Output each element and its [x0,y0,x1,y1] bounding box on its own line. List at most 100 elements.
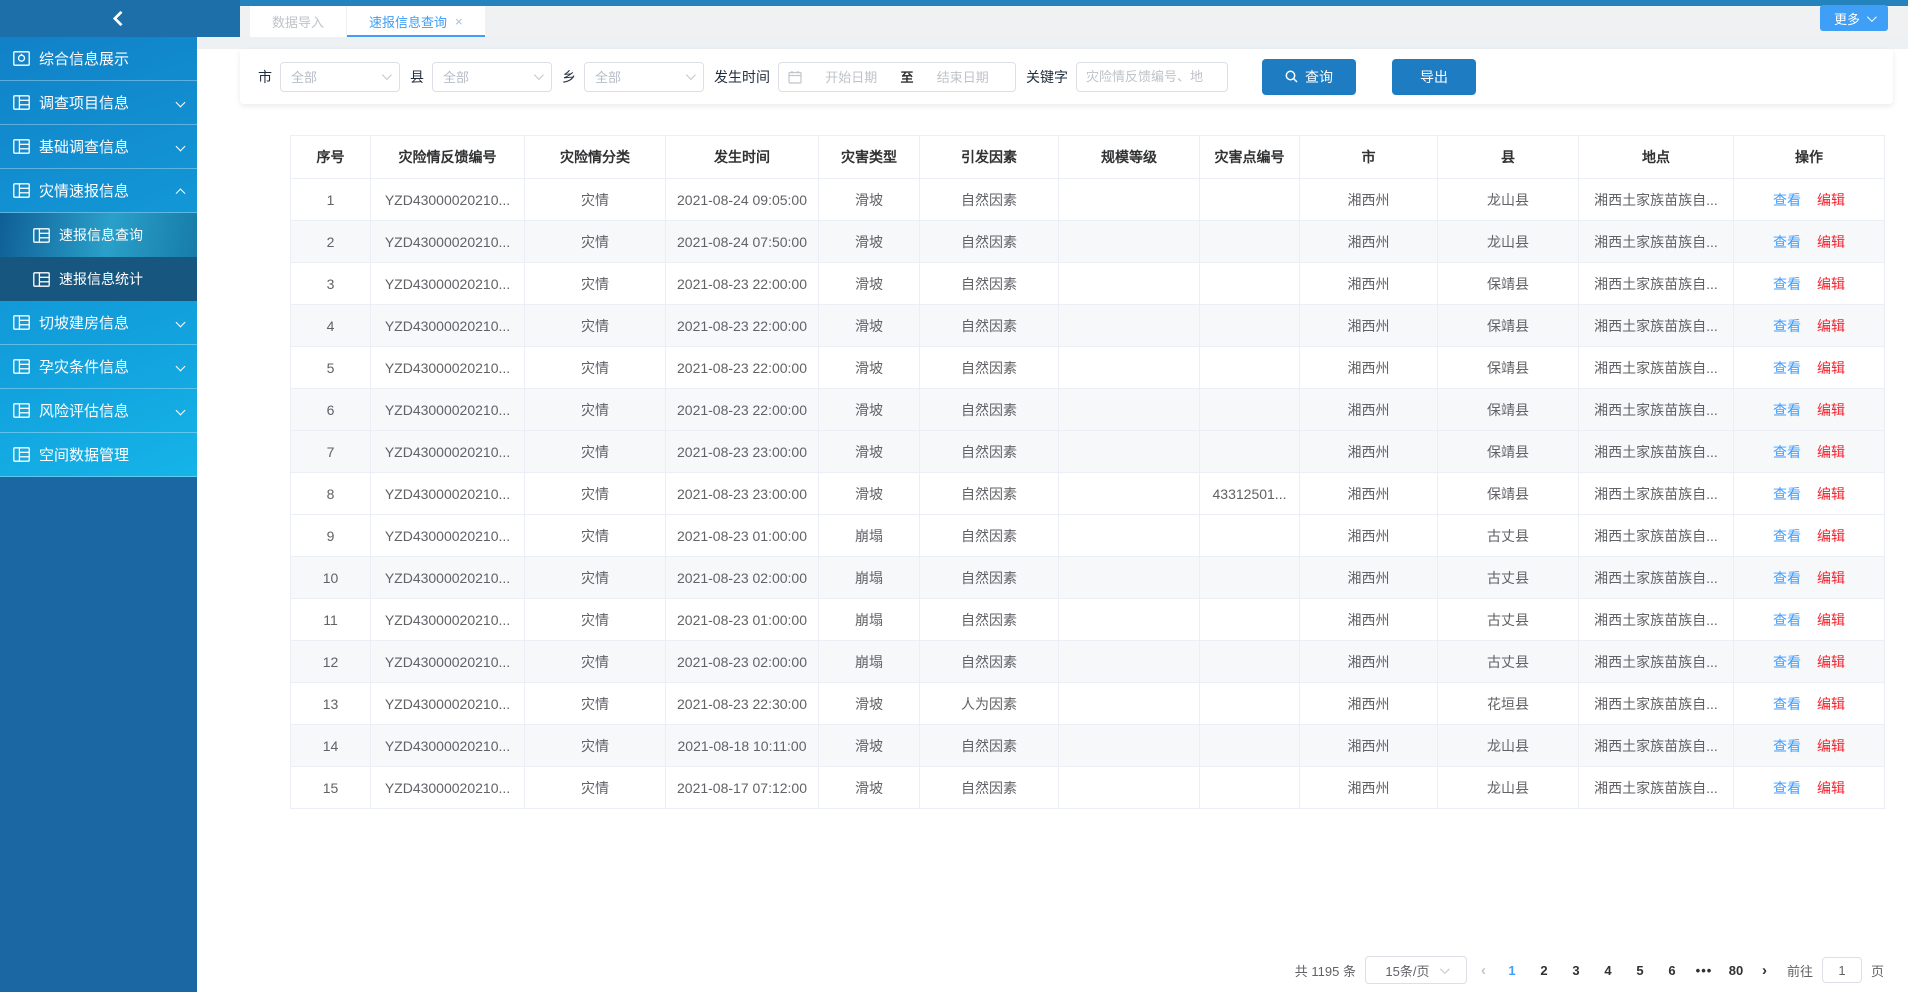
view-link[interactable]: 查看 [1773,444,1801,460]
cell-scale-level [1059,179,1200,221]
view-link[interactable]: 查看 [1773,360,1801,376]
sidebar-item-2[interactable]: 调查项目信息 [0,81,197,125]
town-select[interactable]: 全部 [584,62,704,92]
sidebar-item-1[interactable]: 综合信息展示 [0,37,197,81]
table-row: 12YZD43000020210...灾情2021-08-23 02:00:00… [291,641,1885,683]
edit-link[interactable]: 编辑 [1817,654,1845,670]
page-number-4[interactable]: 4 [1596,963,1620,978]
column-header: 引发因素 [920,136,1059,179]
sidebar-item-5[interactable]: 切坡建房信息 [0,301,197,345]
start-date-placeholder[interactable]: 开始日期 [808,67,895,86]
edit-link[interactable]: 编辑 [1817,780,1845,796]
view-link[interactable]: 查看 [1773,612,1801,628]
table-grid-icon [13,315,30,330]
edit-link[interactable]: 编辑 [1817,360,1845,376]
cell-trigger-factor: 自然因素 [920,263,1059,305]
cell-index: 15 [291,767,371,809]
pagination: 共 1195 条 15条/页 ‹ 123456•••80 › 前往 页 [1295,956,1884,984]
export-button[interactable]: 导出 [1392,59,1476,95]
cell-actions: 查看编辑 [1734,473,1885,515]
cell-feedback-no: YZD43000020210... [371,725,525,767]
cell-index: 5 [291,347,371,389]
cell-point-no [1200,179,1300,221]
cell-disaster-type: 滑坡 [819,263,920,305]
table-row: 4YZD43000020210...灾情2021-08-23 22:00:00滑… [291,305,1885,347]
edit-link[interactable]: 编辑 [1817,738,1845,754]
edit-link[interactable]: 编辑 [1817,570,1845,586]
cell-scale-level [1059,305,1200,347]
edit-link[interactable]: 编辑 [1817,234,1845,250]
chevron-down-icon [176,318,186,328]
view-link[interactable]: 查看 [1773,696,1801,712]
keyword-input[interactable] [1076,62,1228,92]
view-link[interactable]: 查看 [1773,654,1801,670]
view-link[interactable]: 查看 [1773,402,1801,418]
page-number-5[interactable]: 5 [1628,963,1652,978]
cell-point-no [1200,263,1300,305]
view-link[interactable]: 查看 [1773,486,1801,502]
cell-feedback-no: YZD43000020210... [371,683,525,725]
city-select[interactable]: 全部 [280,62,400,92]
sidebar-collapse-button[interactable] [0,0,240,37]
sidebar-item-3[interactable]: 基础调查信息 [0,125,197,169]
search-icon [1285,70,1298,83]
cell-scale-level [1059,599,1200,641]
edit-link[interactable]: 编辑 [1817,318,1845,334]
sidebar-item-7[interactable]: 风险评估信息 [0,389,197,433]
edit-link[interactable]: 编辑 [1817,696,1845,712]
page-number-80[interactable]: 80 [1724,963,1748,978]
table-grid-icon [33,272,50,287]
sidebar-subitem-1[interactable]: 速报信息查询 [0,213,197,257]
cell-index: 13 [291,683,371,725]
sidebar-item-4[interactable]: 灾情速报信息 [0,169,197,213]
chevron-down-icon [686,70,696,80]
close-icon[interactable]: × [455,15,463,28]
cell-city: 湘西州 [1300,389,1438,431]
tab-data-import[interactable]: 数据导入 [250,6,346,37]
view-link[interactable]: 查看 [1773,276,1801,292]
date-range-input[interactable]: 开始日期 至 结束日期 [778,62,1016,92]
county-select[interactable]: 全部 [432,62,552,92]
grid-icon [13,183,30,198]
view-link[interactable]: 查看 [1773,528,1801,544]
page-number-2[interactable]: 2 [1532,963,1556,978]
page-number-3[interactable]: 3 [1564,963,1588,978]
edit-link[interactable]: 编辑 [1817,402,1845,418]
view-link[interactable]: 查看 [1773,570,1801,586]
column-header: 序号 [291,136,371,179]
view-link[interactable]: 查看 [1773,318,1801,334]
sidebar-item-8[interactable]: 空间数据管理 [0,433,197,477]
chevron-down-icon [1867,12,1877,22]
page-number-6[interactable]: 6 [1660,963,1684,978]
search-button[interactable]: 查询 [1262,59,1356,95]
view-link[interactable]: 查看 [1773,234,1801,250]
cell-location: 湘西土家族苗族自... [1579,683,1734,725]
table-row: 3YZD43000020210...灾情2021-08-23 22:00:00滑… [291,263,1885,305]
cell-point-no [1200,725,1300,767]
cell-occur-time: 2021-08-23 22:00:00 [666,389,819,431]
view-link[interactable]: 查看 [1773,738,1801,754]
cell-occur-time: 2021-08-23 23:00:00 [666,473,819,515]
edit-link[interactable]: 编辑 [1817,192,1845,208]
cell-county: 古丈县 [1438,557,1579,599]
more-button[interactable]: 更多 [1820,5,1888,31]
page-size-select[interactable]: 15条/页 [1365,956,1467,984]
cell-city: 湘西州 [1300,725,1438,767]
goto-page-input[interactable] [1822,957,1862,983]
edit-link[interactable]: 编辑 [1817,444,1845,460]
page-number-1[interactable]: 1 [1500,963,1524,978]
chevron-up-icon [176,188,186,198]
tab-report-query[interactable]: 速报信息查询 × [347,6,485,37]
edit-link[interactable]: 编辑 [1817,276,1845,292]
prev-page-button[interactable]: ‹ [1476,962,1491,979]
cell-point-no [1200,305,1300,347]
sidebar-subitem-2[interactable]: 速报信息统计 [0,257,197,301]
next-page-button[interactable]: › [1757,962,1772,979]
edit-link[interactable]: 编辑 [1817,528,1845,544]
view-link[interactable]: 查看 [1773,192,1801,208]
edit-link[interactable]: 编辑 [1817,612,1845,628]
sidebar-item-6[interactable]: 孕灾条件信息 [0,345,197,389]
edit-link[interactable]: 编辑 [1817,486,1845,502]
view-link[interactable]: 查看 [1773,780,1801,796]
end-date-placeholder[interactable]: 结束日期 [920,67,1007,86]
